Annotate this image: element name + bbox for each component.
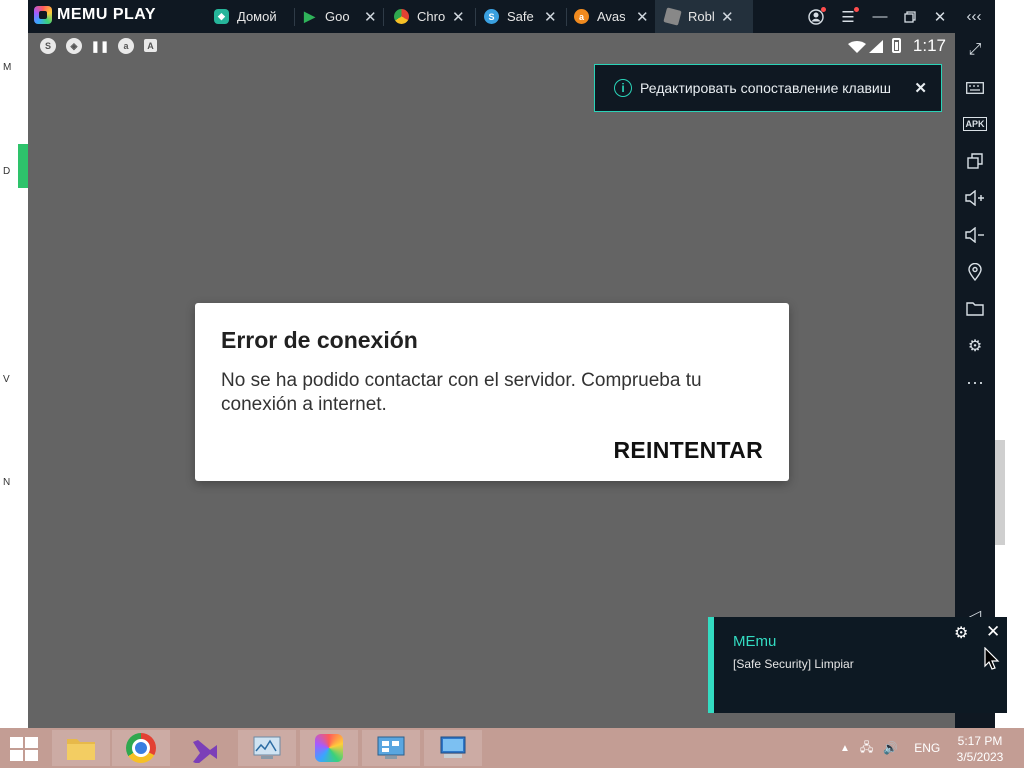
tab-label: Chro <box>417 9 445 24</box>
more-icon[interactable]: ··· <box>963 371 987 393</box>
tab-close-icon[interactable]: ✕ <box>364 8 377 26</box>
volume-down-icon[interactable] <box>963 224 987 246</box>
multi-instance-icon[interactable] <box>963 150 987 172</box>
background-letter: V <box>3 374 10 385</box>
home-icon: ◆ <box>214 9 229 24</box>
settings-icon[interactable]: ⚙ <box>963 335 987 357</box>
roblox-icon <box>663 7 682 26</box>
chrome-icon <box>394 9 409 24</box>
show-hidden-icons-icon[interactable]: ▲ <box>840 743 850 754</box>
minimize-icon[interactable]: — <box>868 0 892 33</box>
tab-label: Домой <box>237 9 277 24</box>
network-icon[interactable]: 🖧 <box>860 738 873 759</box>
visual-studio-icon[interactable] <box>176 730 234 766</box>
tab-label: Avas <box>597 9 625 24</box>
tab-separator <box>294 8 295 26</box>
memu-logo-icon <box>34 6 52 24</box>
background-letter: D <box>3 166 11 177</box>
notification-settings-icon[interactable]: ⚙ <box>954 623 968 643</box>
cell-signal-icon <box>869 40 883 53</box>
tab-home[interactable]: ◆ Домой <box>208 0 298 33</box>
notification-accent-bar <box>708 617 714 713</box>
retry-button[interactable]: REINTENTAR <box>613 437 763 464</box>
memu-taskbar-icon[interactable] <box>300 730 358 766</box>
android-status-bar: S ◈ ❚❚ a A 1:17 <box>28 33 955 59</box>
tab-label: Safe <box>507 9 534 24</box>
tab-close-icon[interactable]: ✕ <box>544 8 557 26</box>
dialog-message: No se ha podido contactar con el servido… <box>221 370 702 415</box>
tab-safe-security[interactable]: S Safe ✕ <box>484 0 566 33</box>
pause-status-icon: ❚❚ <box>90 40 110 53</box>
memu-logo: MEMU PLAY <box>34 6 156 24</box>
notification-body: [Safe Security] Limpiar <box>733 657 854 671</box>
tab-chrome[interactable]: Chro ✕ <box>394 0 476 33</box>
connection-error-dialog: Error de conexión No se ha podido contac… <box>195 303 789 481</box>
file-explorer-icon[interactable] <box>52 730 110 766</box>
windows-start-icon[interactable] <box>10 737 38 761</box>
collapse-sidebar-icon[interactable]: ‹‹‹ <box>962 0 986 33</box>
resource-monitor-icon[interactable] <box>238 730 296 766</box>
app-name: MEMU PLAY <box>57 6 157 23</box>
close-icon[interactable]: ✕ <box>928 0 952 33</box>
title-bar: MEMU PLAY ◆ Домой ▶ Goo ✕ Chro ✕ S Safe … <box>28 0 995 33</box>
volume-icon[interactable]: 🔊 <box>883 741 898 755</box>
tab-close-icon[interactable]: ✕ <box>636 8 649 26</box>
menu-icon[interactable]: ☰ <box>836 0 860 33</box>
background-letter: M <box>3 62 12 73</box>
shield-status-icon: ◈ <box>66 38 82 54</box>
taskbar-date: 3/5/2023 <box>956 750 1004 764</box>
apk-install-icon[interactable]: APK <box>963 113 987 135</box>
windows-taskbar: ▲ 🖧 🔊 ENG 5:17 PM 3/5/2023 <box>0 728 1024 768</box>
control-panel-icon[interactable] <box>362 730 420 766</box>
account-icon[interactable] <box>804 0 828 33</box>
safe-security-icon: S <box>484 9 499 24</box>
taskbar-time: 5:17 PM <box>957 734 1003 748</box>
toast-close-icon[interactable]: ✕ <box>914 79 927 97</box>
background-scrollbar[interactable] <box>995 440 1005 545</box>
notification-close-icon[interactable]: ✕ <box>986 622 1000 642</box>
tab-google-play[interactable]: ▶ Goo ✕ <box>302 0 384 33</box>
wifi-icon <box>848 41 866 53</box>
mouse-cursor-icon <box>984 647 1000 670</box>
tab-avast[interactable]: a Avas ✕ <box>574 0 656 33</box>
tab-close-icon[interactable]: ✕ <box>452 8 465 26</box>
fullscreen-icon[interactable]: ⤢ <box>963 39 987 61</box>
remote-desktop-icon[interactable] <box>424 730 482 766</box>
tab-close-icon[interactable]: ✕ <box>721 8 734 26</box>
notification-title: MEmu <box>733 633 777 650</box>
keyboard-a-status-icon: A <box>144 39 157 52</box>
taskbar-clock[interactable]: 5:17 PM 3/5/2023 <box>955 733 1005 765</box>
location-icon[interactable] <box>963 261 987 283</box>
toast-text[interactable]: Редактировать сопоставление клавиш <box>640 80 891 96</box>
tab-separator <box>383 8 384 26</box>
system-tray: ▲ 🖧 🔊 ENG <box>840 728 940 768</box>
battery-icon <box>892 38 901 53</box>
restore-icon[interactable] <box>898 0 922 33</box>
safe-security-status-icon: S <box>40 38 56 54</box>
volume-up-icon[interactable] <box>963 187 987 209</box>
tab-separator <box>566 8 567 26</box>
memu-notification[interactable]: MEmu [Safe Security] Limpiar ⚙ ✕ <box>708 617 1007 713</box>
tab-label: Goo <box>325 9 350 24</box>
background-letter: N <box>3 477 11 488</box>
android-clock: 1:17 <box>912 36 946 55</box>
keyboard-mapping-icon[interactable] <box>963 77 987 99</box>
avast-icon: a <box>574 9 589 24</box>
folder-icon[interactable] <box>963 298 987 320</box>
chrome-taskbar-icon[interactable] <box>112 730 170 766</box>
keymapping-toast: i Редактировать сопоставление клавиш ✕ <box>594 64 942 112</box>
language-indicator[interactable]: ENG <box>914 741 940 755</box>
dialog-title: Error de conexión <box>221 327 418 353</box>
tab-separator <box>475 8 476 26</box>
google-play-icon: ▶ <box>304 8 315 24</box>
info-icon: i <box>614 79 632 97</box>
avast-status-icon: a <box>118 38 134 54</box>
tab-roblox[interactable]: Robl ✕ <box>655 0 753 33</box>
tab-label: Robl <box>688 9 714 24</box>
